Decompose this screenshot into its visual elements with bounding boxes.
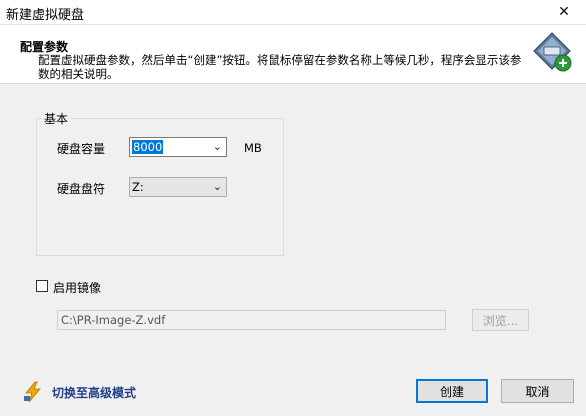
dialog-window: 新建虚拟硬盘 ✕ 配置参数 配置虚拟硬盘参数，然后单击“创建”按钮。将鼠标停留在…: [0, 0, 586, 416]
cancel-button[interactable]: 取消: [501, 379, 574, 403]
basic-group-legend: 基本: [42, 110, 71, 127]
chevron-down-icon[interactable]: ⌄: [213, 140, 222, 153]
header-panel: 配置参数 配置虚拟硬盘参数，然后单击“创建”按钮。将鼠标停留在参数名称上等候几秒…: [0, 25, 586, 84]
drive-letter-label: 硬盘盘符: [57, 182, 106, 196]
drive-letter-select[interactable]: Z: ⌄: [129, 177, 227, 197]
capacity-value[interactable]: 8000: [132, 140, 164, 154]
advanced-mode-label[interactable]: 切换至高级模式: [52, 384, 136, 401]
header-description: 配置虚拟硬盘参数，然后单击“创建”按钮。将鼠标停留在参数名称上等候几秒，程序会显…: [38, 53, 522, 81]
disk-add-icon: [533, 32, 572, 72]
mirror-path-field[interactable]: C:\PR-Image-Z.vdf: [57, 310, 446, 330]
create-button[interactable]: 创建: [416, 379, 488, 403]
lightning-icon: [24, 381, 41, 403]
drive-letter-value[interactable]: Z:: [132, 180, 144, 194]
enable-mirror-label[interactable]: 启用镜像: [53, 279, 101, 296]
capacity-label: 硬盘容量: [57, 142, 106, 156]
capacity-unit: MB: [244, 141, 262, 155]
title-bar: 新建虚拟硬盘 ✕: [0, 0, 586, 25]
close-icon: ✕: [558, 4, 570, 20]
close-button[interactable]: ✕: [542, 0, 586, 24]
chevron-down-icon[interactable]: ⌄: [213, 180, 222, 193]
window-title: 新建虚拟硬盘: [6, 8, 85, 23]
enable-mirror-checkbox[interactable]: [36, 280, 48, 292]
capacity-combobox[interactable]: 8000 ⌄: [129, 137, 227, 157]
browse-button[interactable]: 浏览...: [472, 309, 529, 331]
advanced-mode-link[interactable]: 切换至高级模式: [22, 381, 136, 403]
